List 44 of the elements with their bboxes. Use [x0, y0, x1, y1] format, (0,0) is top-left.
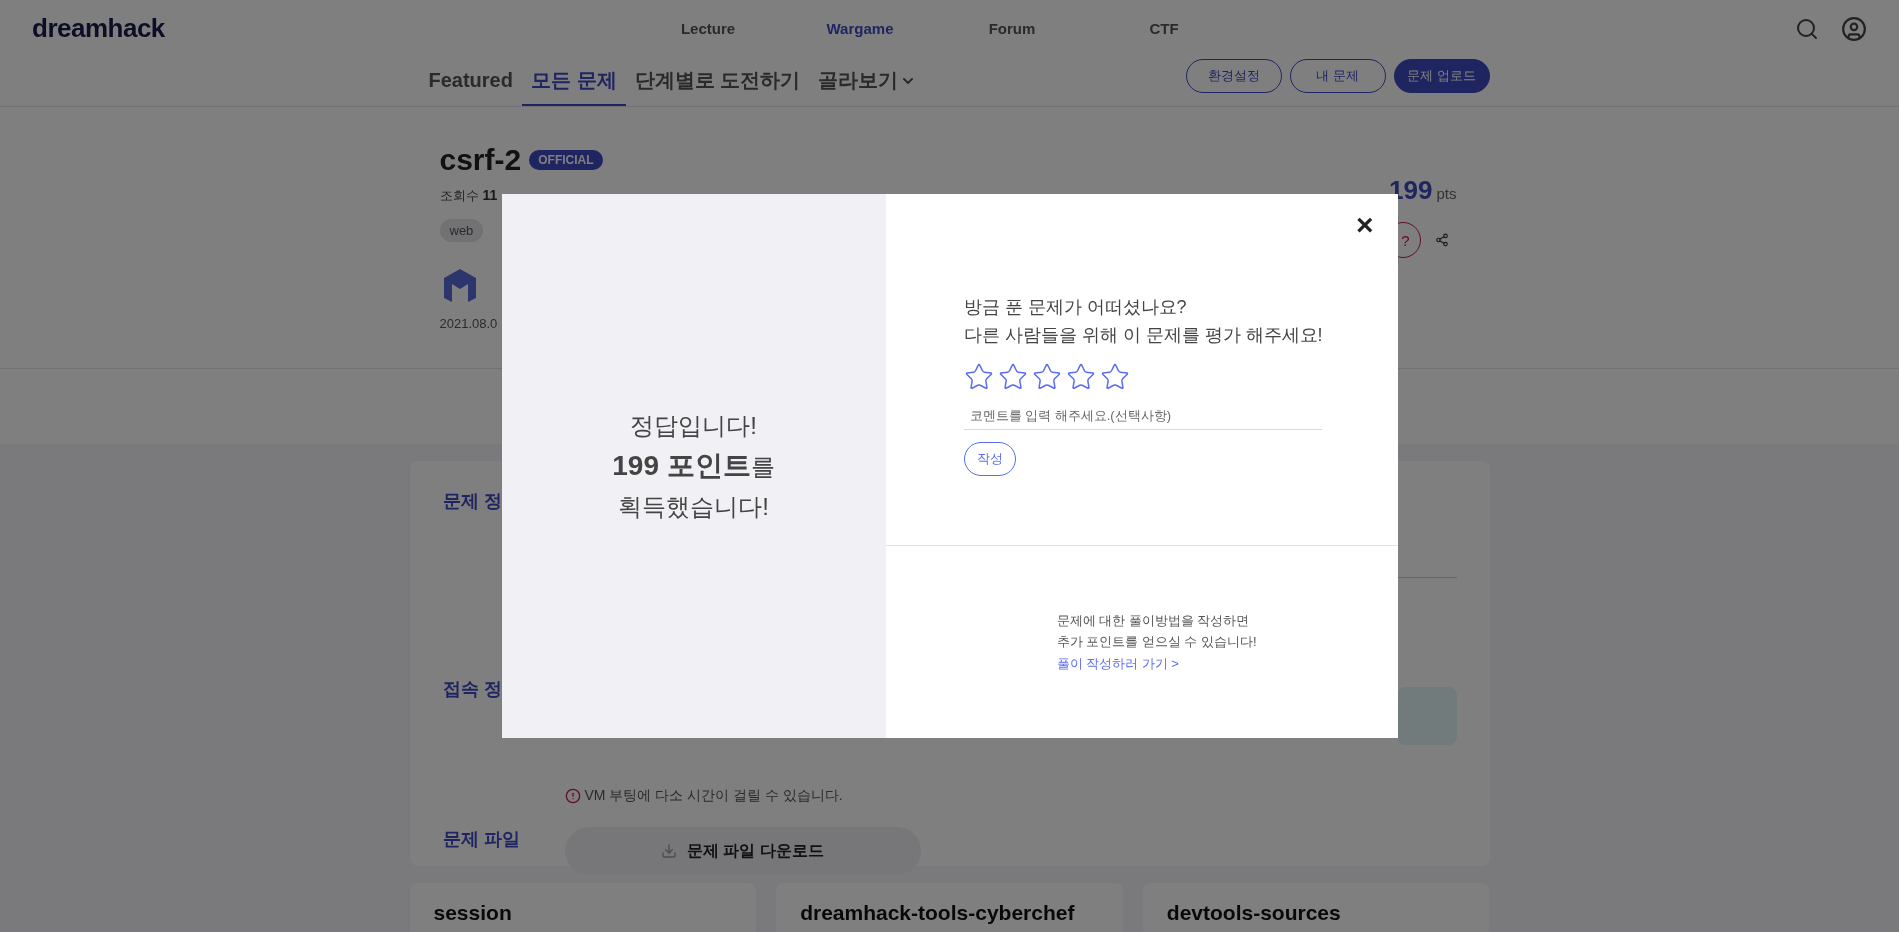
close-button[interactable]: ×: [1351, 210, 1378, 240]
tab[interactable]: Featured: [419, 57, 522, 106]
related-title: devtools-sources: [1166, 901, 1342, 925]
star-icon[interactable]: [997, 361, 1028, 392]
view-count-label: 조회수: [439, 187, 479, 205]
nav-link[interactable]: Lecture: [632, 20, 784, 38]
view-count: 11: [482, 187, 498, 203]
section-label: 문제 파일: [442, 828, 521, 851]
star-icon[interactable]: [963, 361, 994, 392]
related-title: session: [433, 901, 513, 925]
tab[interactable]: 단계별로 도전하기: [625, 57, 810, 106]
star-icon[interactable]: [1099, 361, 1130, 392]
related-card[interactable]: dreamhack-tools-cyberchef: [776, 883, 1123, 932]
alert-icon: [564, 788, 581, 804]
star-icon[interactable]: [1065, 361, 1096, 392]
nav-link[interactable]: Forum: [936, 20, 1088, 38]
tag[interactable]: web: [439, 219, 484, 242]
share-icon[interactable]: [1434, 233, 1449, 247]
date: 2021.08.0: [439, 316, 499, 331]
writeup-link[interactable]: 풀이 작성하러 가기 >: [1056, 652, 1179, 675]
writeup-hint: 문제에 대한 풀이방법을 작성하면 추가 포인트를 얻으실 수 있습니다!: [1056, 612, 1258, 652]
nav-link[interactable]: Wargame: [784, 20, 936, 38]
search-icon[interactable]: [1795, 16, 1819, 41]
pill-button[interactable]: 환경설정: [1185, 58, 1282, 93]
related-title: dreamhack-tools-cyberchef: [800, 901, 1076, 925]
pill-button[interactable]: 내 문제: [1289, 58, 1386, 93]
download-icon: [661, 843, 678, 859]
related-card[interactable]: session: [409, 883, 757, 932]
user-icon[interactable]: [1841, 15, 1867, 42]
submit-button[interactable]: 작성: [963, 441, 1016, 476]
rating-prompt: 방금 푼 문제가 어떠셨나요? 다른 사람들을 위해 이 문제를 평가 해주세요!: [963, 296, 1324, 347]
related-card[interactable]: devtools-sources: [1142, 883, 1490, 932]
challenge-title: csrf-2: [439, 143, 522, 177]
pill-button[interactable]: 문제 업로드: [1393, 58, 1490, 93]
official-badge: OFFICIAL: [529, 150, 603, 170]
nav-link[interactable]: CTF: [1088, 20, 1240, 38]
vm-note: VM 부팅에 다소 시간이 걸릴 수 있습니다.: [584, 787, 843, 805]
logo[interactable]: dreamhack: [32, 13, 632, 45]
section-label: 문제 정: [442, 490, 503, 513]
success-message: 정답입니다! 199 포인트를 획득했습니다!: [612, 411, 775, 522]
tab[interactable]: 골라보기: [809, 57, 926, 106]
vm-panel: [1396, 687, 1457, 745]
section-label: 접속 정: [442, 678, 503, 701]
star-icon[interactable]: [1031, 361, 1062, 392]
